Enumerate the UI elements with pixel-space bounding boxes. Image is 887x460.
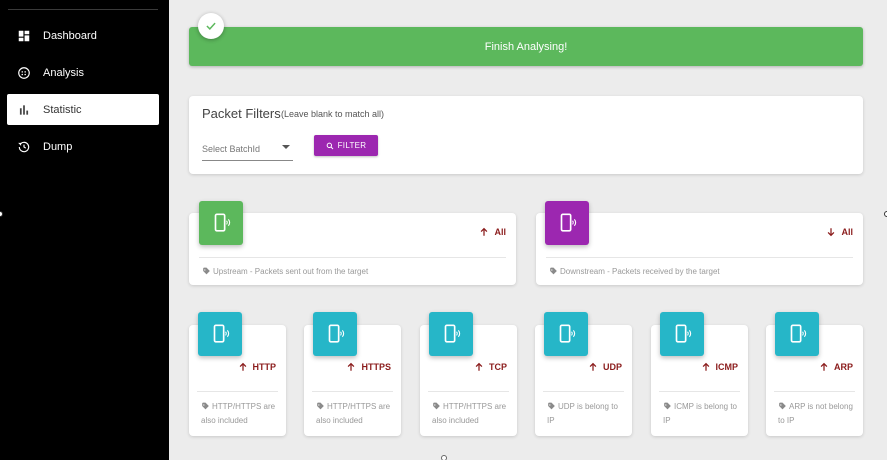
protocol-footer: ICMP is belong to IP: [663, 402, 737, 425]
arrow-up-icon: [348, 362, 355, 371]
card-separator: [546, 257, 853, 258]
protocol-stat: TCP: [474, 362, 507, 372]
scroll-handle: [441, 455, 447, 460]
phone-icon: [660, 312, 704, 356]
globe-icon: [16, 65, 32, 81]
sidebar: Dashboard Analysis Statistic Dump: [0, 0, 169, 460]
upstream-label: All: [494, 227, 506, 237]
phone-icon: [775, 312, 819, 356]
caret-down-icon: [282, 145, 290, 149]
arrow-down-icon: [828, 228, 835, 237]
phone-icon: [313, 312, 357, 356]
protocol-footer: HTTP/HTTPS are also included: [201, 402, 276, 425]
banner-text: Finish Analysing!: [484, 40, 568, 53]
bar-chart-icon: [16, 102, 32, 118]
upstream-footer: Upstream - Packets sent out from the tar…: [202, 265, 368, 279]
tag-icon: [548, 402, 555, 410]
history-icon: [16, 139, 32, 155]
protocol-stat: ICMP: [701, 362, 739, 372]
protocol-label: TCP: [489, 362, 507, 372]
arrow-up-icon: [702, 362, 709, 371]
tag-icon: [433, 402, 440, 410]
sidebar-item-dashboard[interactable]: Dashboard: [7, 20, 159, 51]
protocol-stat: UDP: [588, 362, 622, 372]
main-content: Finish Analysing! Packet Filters (Leave …: [169, 0, 887, 460]
search-icon: [326, 142, 333, 149]
tag-icon: [664, 402, 671, 410]
protocol-label: ARP: [833, 362, 853, 372]
card-separator: [543, 391, 624, 392]
arrow-up-icon: [820, 362, 828, 371]
check-icon: [198, 13, 224, 39]
filter-button-label: FILTER: [337, 141, 367, 150]
downstream-footer: Downstream - Packets received by the tar…: [549, 265, 720, 279]
upstream-stat: All: [479, 227, 506, 237]
protocol-stat: HTTP: [238, 362, 277, 372]
phone-icon: [544, 312, 588, 356]
arrow-up-icon: [481, 227, 488, 236]
arrow-up-icon: [589, 362, 597, 371]
card-separator: [197, 391, 278, 392]
protocol-label: HTTP: [252, 362, 277, 372]
protocol-footer: UDP is belong to IP: [547, 402, 618, 425]
protocol-label: ICMP: [715, 362, 739, 372]
protocol-footer: HTTP/HTTPS are also included: [316, 402, 391, 425]
sidebar-item-label: Dump: [43, 140, 73, 153]
arrow-up-icon: [239, 362, 246, 371]
card-separator: [428, 391, 509, 392]
filter-button[interactable]: FILTER: [314, 135, 378, 156]
sidebar-item-dump[interactable]: Dump: [7, 131, 159, 162]
phone-icon: [429, 312, 473, 356]
tag-icon: [779, 402, 786, 410]
sidebar-item-label: Analysis: [43, 66, 84, 79]
protocol-label: UDP: [602, 362, 622, 372]
tag-icon: [202, 402, 209, 410]
dashboard-icon: [16, 28, 32, 44]
protocol-label: HTTPS: [361, 362, 391, 372]
protocol-stat: ARP: [819, 362, 853, 372]
downstream-stat: All: [826, 227, 853, 237]
tag-icon: [550, 267, 557, 275]
sidebar-item-statistic[interactable]: Statistic: [7, 94, 159, 125]
phone-icon: [199, 201, 243, 245]
batch-id-select[interactable]: Select BatchId: [202, 139, 293, 161]
sidebar-item-label: Statistic: [43, 103, 82, 116]
protocol-footer: ARP is not belong to IP: [778, 402, 853, 425]
phone-icon: [198, 312, 242, 356]
filter-hint: (Leave blank to match all): [281, 109, 385, 119]
arrow-up-icon: [475, 362, 483, 371]
card-separator: [312, 391, 393, 392]
protocol-footer: HTTP/HTTPS are also included: [432, 402, 507, 425]
sidebar-item-label: Dashboard: [43, 29, 97, 42]
select-placeholder: Select BatchId: [202, 144, 261, 154]
downstream-label: All: [841, 227, 853, 237]
status-banner: Finish Analysing!: [189, 27, 863, 66]
card-separator: [659, 391, 740, 392]
card-separator: [199, 257, 506, 258]
tag-icon: [203, 267, 210, 275]
protocol-stat: HTTPS: [346, 362, 391, 372]
packet-filters-card: Packet Filters (Leave blank to match all…: [189, 96, 863, 174]
filter-title: Packet Filters: [202, 106, 281, 121]
tag-icon: [317, 402, 324, 410]
card-separator: [774, 391, 855, 392]
phone-icon: [545, 201, 589, 245]
sidebar-item-analysis[interactable]: Analysis: [7, 57, 159, 88]
sidebar-divider: [8, 9, 158, 10]
